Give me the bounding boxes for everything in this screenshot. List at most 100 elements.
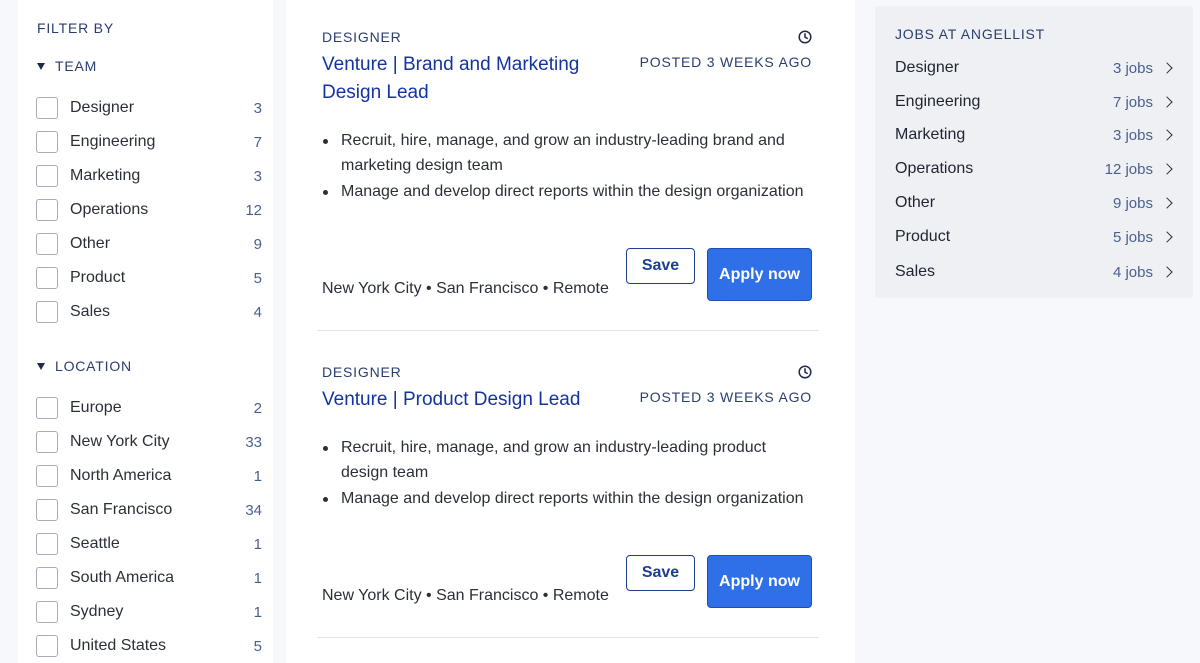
checkbox-icon[interactable] [36, 533, 58, 555]
filter-label: Product [70, 269, 126, 286]
team-filter-toggle[interactable]: TEAM [37, 58, 97, 74]
chevron-right-icon [1161, 62, 1173, 74]
job-card: DESIGNER Venture | Product Design Lead P… [322, 364, 812, 634]
team-link-designer[interactable]: Designer 3 jobs [895, 56, 1175, 80]
filter-count: 3 [253, 99, 262, 117]
filter-count: 1 [253, 603, 262, 621]
save-button[interactable]: Save [626, 555, 695, 591]
filter-count: 34 [245, 501, 262, 519]
filter-panel: FILTER BY TEAM Designer 3 Engineering 7 … [18, 0, 273, 663]
checkbox-icon[interactable] [36, 165, 58, 187]
posted-date: POSTED 3 WEEKS AGO [639, 54, 812, 70]
chevron-right-icon [1161, 266, 1173, 278]
filter-team-other[interactable]: Other 9 [36, 231, 262, 257]
filter-count: 3 [253, 167, 262, 185]
divider [317, 637, 819, 638]
team-name: Engineering [895, 93, 981, 110]
filter-location-north-america[interactable]: North America 1 [36, 463, 262, 489]
divider [317, 330, 819, 331]
chevron-right-icon [1161, 129, 1173, 141]
job-count: 4 jobs [1112, 263, 1153, 281]
checkbox-icon[interactable] [36, 97, 58, 119]
checkbox-icon[interactable] [36, 431, 58, 453]
checkbox-icon[interactable] [36, 397, 58, 419]
filter-location-seattle[interactable]: Seattle 1 [36, 531, 262, 557]
job-card: DESIGNER Venture | Brand and Marketing D… [322, 29, 812, 319]
filter-team-sales[interactable]: Sales 4 [36, 299, 262, 325]
filter-location-sydney[interactable]: Sydney 1 [36, 599, 262, 625]
checkbox-icon[interactable] [36, 131, 58, 153]
job-highlight: Manage and develop direct reports within… [322, 179, 812, 204]
checkbox-icon[interactable] [36, 233, 58, 255]
filter-label: Operations [70, 201, 149, 218]
filter-team-engineering[interactable]: Engineering 7 [36, 129, 262, 155]
filter-location-new-york-city[interactable]: New York City 33 [36, 429, 262, 455]
team-link-engineering[interactable]: Engineering 7 jobs [895, 90, 1175, 114]
checkbox-icon[interactable] [36, 199, 58, 221]
filter-count: 33 [245, 433, 262, 451]
save-button[interactable]: Save [626, 248, 695, 284]
team-link-product[interactable]: Product 5 jobs [895, 225, 1175, 249]
filter-count: 2 [253, 399, 262, 417]
filter-label: Sales [70, 303, 111, 320]
job-highlight: Recruit, hire, manage, and grow an indus… [322, 435, 812, 485]
team-name: Operations [895, 160, 974, 177]
team-name: Designer [895, 59, 960, 76]
filter-count: 1 [253, 535, 262, 553]
caret-down-icon [37, 63, 45, 70]
filter-team-marketing[interactable]: Marketing 3 [36, 163, 262, 189]
location-filter-title: LOCATION [55, 358, 132, 374]
posted-date: POSTED 3 WEEKS AGO [639, 389, 812, 405]
checkbox-icon[interactable] [36, 567, 58, 589]
filter-count: 4 [253, 303, 262, 321]
team-link-marketing[interactable]: Marketing 3 jobs [895, 123, 1175, 147]
chevron-right-icon [1161, 231, 1173, 243]
job-category: DESIGNER [322, 364, 402, 380]
filter-team-designer[interactable]: Designer 3 [36, 95, 262, 121]
team-name: Marketing [895, 126, 966, 143]
job-highlights: Recruit, hire, manage, and grow an indus… [322, 128, 812, 205]
filter-label: United States [70, 637, 167, 654]
job-locations: New York City • San Francisco • Remote [322, 587, 609, 604]
filter-location-san-francisco[interactable]: San Francisco 34 [36, 497, 262, 523]
job-title-link[interactable]: Venture | Brand and Marketing Design Lea… [322, 51, 622, 107]
checkbox-icon[interactable] [36, 635, 58, 657]
filter-label: Europe [70, 399, 122, 416]
filter-count: 7 [253, 133, 262, 151]
apply-now-button[interactable]: Apply now [707, 555, 812, 608]
job-count: 7 jobs [1112, 93, 1153, 111]
job-count: 5 jobs [1112, 228, 1153, 246]
job-list: DESIGNER Venture | Brand and Marketing D… [286, 0, 855, 663]
checkbox-icon[interactable] [36, 601, 58, 623]
job-highlights: Recruit, hire, manage, and grow an indus… [322, 435, 812, 512]
team-link-other[interactable]: Other 9 jobs [895, 191, 1175, 215]
job-highlight: Recruit, hire, manage, and grow an indus… [322, 128, 812, 178]
job-count: 12 jobs [1104, 160, 1153, 178]
filter-count: 1 [253, 467, 262, 485]
filter-team-operations[interactable]: Operations 12 [36, 197, 262, 223]
apply-now-button[interactable]: Apply now [707, 248, 812, 301]
checkbox-icon[interactable] [36, 267, 58, 289]
filter-team-product[interactable]: Product 5 [36, 265, 262, 291]
filter-label: San Francisco [70, 501, 173, 518]
checkbox-icon[interactable] [36, 465, 58, 487]
team-link-operations[interactable]: Operations 12 jobs [895, 157, 1175, 181]
filter-location-europe[interactable]: Europe 2 [36, 395, 262, 421]
chevron-right-icon [1161, 163, 1173, 175]
filter-count: 9 [253, 235, 262, 253]
filter-label: New York City [70, 433, 170, 450]
filter-label: North America [70, 467, 172, 484]
location-filter-toggle[interactable]: LOCATION [37, 358, 132, 374]
team-name: Sales [895, 263, 936, 280]
checkbox-icon[interactable] [36, 499, 58, 521]
team-filter-title: TEAM [55, 58, 98, 74]
filter-location-south-america[interactable]: South America 1 [36, 565, 262, 591]
chevron-right-icon [1161, 197, 1173, 209]
filter-location-united-states[interactable]: United States 5 [36, 633, 262, 659]
job-locations: New York City • San Francisco • Remote [322, 280, 609, 297]
checkbox-icon[interactable] [36, 301, 58, 323]
filter-by-heading: FILTER BY [37, 20, 114, 36]
team-link-sales[interactable]: Sales 4 jobs [895, 260, 1175, 284]
clock-icon [798, 30, 812, 44]
job-title-link[interactable]: Venture | Product Design Lead [322, 386, 622, 414]
